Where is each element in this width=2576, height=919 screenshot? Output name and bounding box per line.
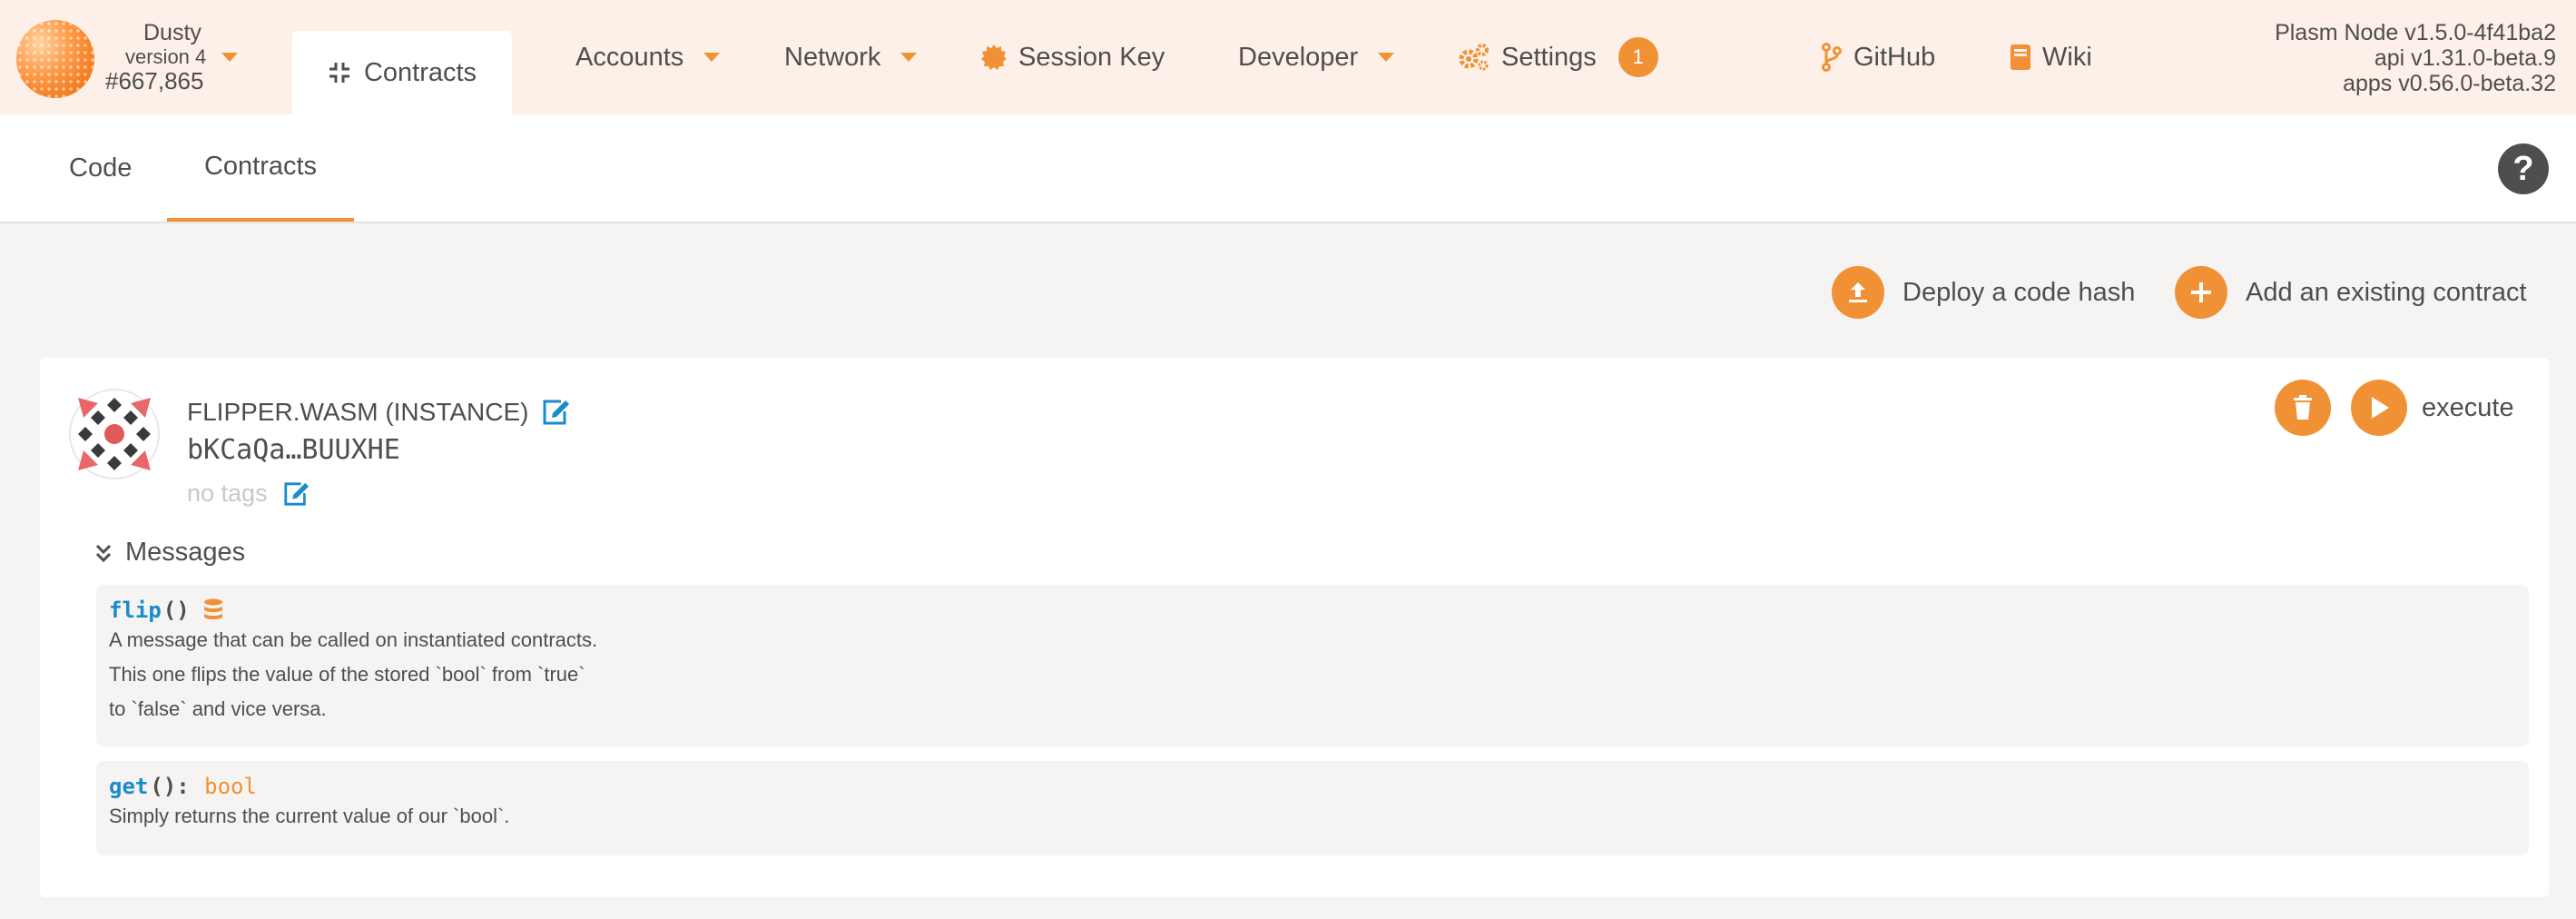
nav-settings[interactable]: Settings 1 (1458, 0, 1658, 114)
chevron-down-icon (703, 53, 721, 62)
edit-icon[interactable] (541, 399, 570, 426)
play-icon (2351, 380, 2407, 436)
contract-card: FLIPPER.WASM (INSTANCE) bKCaQa…BUUXHE no… (40, 358, 2549, 897)
nav-network[interactable]: Network (784, 0, 918, 114)
nav-network-label: Network (784, 42, 881, 72)
upload-icon (1832, 266, 1884, 319)
certificate-icon (981, 44, 1007, 70)
nav-developer[interactable]: Developer (1238, 0, 1395, 114)
trash-icon (2294, 395, 2312, 420)
message-item-flip[interactable]: flip () A message that can be called on … (96, 585, 2529, 746)
message-doc: Simply returns the current value of our … (109, 799, 2516, 834)
nav-wiki[interactable]: Wiki (2010, 0, 2092, 114)
nav-accounts-label: Accounts (575, 42, 684, 72)
best-block: #667,865 (105, 67, 204, 94)
nav-session-key-label: Session Key (1018, 42, 1165, 72)
doc-line: This one flips the value of the stored `… (109, 663, 585, 686)
nav-session-key[interactable]: Session Key (980, 0, 1165, 114)
chevron-down-icon (900, 53, 918, 62)
settings-badge: 1 (1617, 37, 1658, 77)
message-return-type: bool (204, 774, 257, 799)
tab-code[interactable]: Code (69, 114, 132, 222)
plus-icon (2175, 266, 2227, 319)
database-icon (203, 598, 222, 619)
message-fn-name: get (109, 774, 149, 799)
contract-name: FLIPPER.WASM (INSTANCE) (187, 398, 570, 427)
forget-contract-button[interactable] (2275, 380, 2331, 436)
nav-github-label: GitHub (1853, 42, 1936, 72)
tab-contracts-label: Contracts (203, 151, 318, 181)
chevron-down-icon (1378, 53, 1395, 62)
doc-line: Simply returns the current value of our … (109, 805, 510, 827)
deploy-code-hash-button[interactable]: Deploy a code hash (1832, 265, 2135, 320)
chevron-down-icon (221, 53, 238, 62)
chain-name: Dusty (143, 20, 202, 45)
node-version: Plasm Node v1.5.0-4f41ba2 (2275, 20, 2556, 45)
deploy-code-hash-label: Deploy a code hash (1903, 277, 2136, 307)
nav-accounts[interactable]: Accounts (575, 0, 721, 114)
contract-identicon (69, 389, 160, 479)
apps-version: apps v0.56.0-beta.32 (2343, 71, 2556, 96)
message-doc: A message that can be called on instanti… (109, 623, 2516, 726)
code-branch-icon (1822, 43, 1842, 72)
nav-wiki-label: Wiki (2042, 42, 2092, 72)
chain-version: version 4 (125, 45, 207, 68)
message-signature: flip () (109, 598, 2516, 623)
help-button[interactable]: ? (2498, 143, 2549, 194)
message-fn-name: flip (109, 598, 162, 623)
tab-contracts[interactable]: Contracts (167, 114, 354, 222)
angle-double-down-icon (95, 544, 112, 562)
nav-github[interactable]: GitHub (1821, 0, 1935, 114)
contract-tags: no tags (187, 479, 310, 508)
help-icon: ? (2512, 149, 2534, 188)
compress-icon (329, 63, 349, 83)
sub-tab-bar: Code Contracts ? (0, 114, 2576, 223)
tab-code-label: Code (69, 153, 133, 183)
execute-button[interactable]: execute (2351, 380, 2514, 436)
doc-line: to `false` and vice versa. (109, 697, 327, 720)
cogs-icon (1459, 44, 1489, 71)
book-icon (2011, 44, 2030, 70)
messages-toggle[interactable]: Messages (94, 538, 245, 568)
tags-text: no tags (187, 479, 268, 507)
api-version: api v1.31.0-beta.9 (2374, 45, 2556, 71)
version-info: Plasm Node v1.5.0-4f41ba2 api v1.31.0-be… (2275, 20, 2556, 96)
edit-icon[interactable] (282, 481, 310, 507)
message-args: () (162, 598, 190, 623)
add-existing-contract-button[interactable]: Add an existing contract (2175, 265, 2527, 320)
nav-contracts[interactable]: Contracts (292, 31, 512, 114)
chain-logo (16, 20, 94, 98)
message-item-get[interactable]: get (): bool Simply returns the current … (96, 761, 2529, 855)
contract-name-text: FLIPPER.WASM (INSTANCE) (187, 398, 529, 426)
execute-label: execute (2422, 392, 2514, 422)
top-bar: Dusty version 4 #667,865 Contracts Accou… (0, 0, 2576, 114)
contract-address[interactable]: bKCaQa…BUUXHE (187, 434, 400, 466)
chain-selector[interactable]: Dusty version 4 #667,865 (16, 16, 289, 102)
doc-line: A message that can be called on instanti… (109, 628, 598, 651)
messages-label: Messages (125, 538, 246, 567)
message-signature: get (): bool (109, 774, 2516, 799)
nav-settings-label: Settings (1501, 42, 1597, 72)
nav-contracts-label: Contracts (363, 57, 477, 87)
nav-developer-label: Developer (1238, 42, 1359, 72)
add-existing-contract-label: Add an existing contract (2246, 277, 2527, 307)
message-args: (): (150, 774, 203, 799)
